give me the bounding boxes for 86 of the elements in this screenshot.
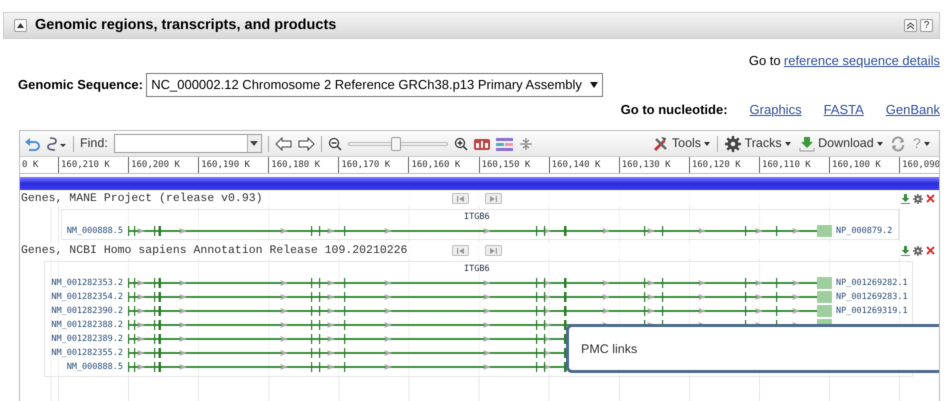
transcript-label[interactable]: NM_000888.5 [21,224,125,238]
help-button[interactable]: ? [920,19,933,32]
product-label[interactable]: NP_001269283.1 [833,290,908,304]
gene-label[interactable]: ITGB6 [62,210,898,224]
link-menu-icon[interactable] [47,136,67,151]
gene-label[interactable]: ITGB6 [45,262,912,276]
zoom-in-icon[interactable] [454,136,468,150]
collapse-rows-icon[interactable] [518,136,533,150]
ruler-label: 160,170 K [338,157,408,173]
transcript-label[interactable]: NM_001282390.2 [21,304,125,318]
transcript-label[interactable]: NM_001282353.2 [21,276,125,290]
transcript-drawing[interactable] [125,290,833,304]
caret-icon [876,142,883,146]
product-label[interactable]: NP_000879.2 [833,224,892,238]
download-icon[interactable] [900,246,910,256]
nucleotide-link[interactable]: FASTA [824,100,864,120]
tools-icon [652,136,669,152]
gear-icon[interactable] [912,246,923,256]
product-label[interactable]: NP_001269282.1 [833,276,908,290]
track-title: Genes, MANE Project (release v0.93) [20,190,264,207]
download-icon[interactable] [900,194,910,204]
track-title: Genes, NCBI Homo sapiens Annotation Release 109.20210226 [20,242,408,259]
find-field[interactable] [114,134,262,153]
ruler-label: 160,190 K [198,157,268,173]
transcript-drawing[interactable] [125,304,833,318]
next-button[interactable] [485,245,502,256]
close-icon[interactable] [926,194,935,203]
previous-icon [457,196,464,202]
gear-icon[interactable] [912,194,923,204]
tools-menu[interactable]: Tools [652,133,712,154]
previous-icon [457,248,464,254]
zoom-slider-thumb[interactable] [390,136,401,150]
next-icon [490,196,497,202]
go-to-label: Go to [748,52,781,67]
transcript-label[interactable]: NM_001282389.2 [21,332,125,346]
section-title: Genomic regions, transcripts, and products [35,16,336,35]
ruler-label: 0 K [21,159,40,172]
product-label[interactable]: NP_001269319.1 [833,304,908,318]
sequence-icon[interactable] [474,136,490,150]
ruler-label: 160,200 K [128,157,198,173]
transcript-drawing[interactable] [125,224,833,238]
ruler-label: 160,160 K [408,157,479,173]
next-button[interactable] [485,193,502,204]
next-icon [490,248,497,254]
pmc-links-item[interactable]: PMC links [581,342,638,356]
ruler-label: 160,180 K [268,157,338,173]
undo-icon[interactable] [24,136,41,151]
caret-icon [704,142,710,146]
ruler-label: 160,110 K [758,157,830,173]
collapse-icon [17,23,24,28]
caret-icon [590,82,598,88]
ruler-label: 160,210 K [58,157,128,173]
transcript-label[interactable]: NM_001282354.2 [21,290,125,304]
sequence-dropdown[interactable]: NC_000002.12 Chromosome 2 Reference GRCh38.p13 Primary Assembly [146,73,603,97]
ruler-label: 160,140 K [548,157,619,173]
close-icon[interactable] [926,246,935,255]
download-icon [798,136,815,152]
previous-button[interactable] [452,193,469,204]
tracks-menu[interactable]: Tracks [724,133,792,154]
ruler-label: 160,120 K [688,157,759,173]
nucleotide-link[interactable]: Graphics [750,100,802,120]
collapse-button[interactable] [14,19,27,32]
find-label: Find: [80,135,108,152]
previous-button[interactable] [452,245,469,256]
nucleotide-link[interactable]: GenBank [886,100,940,120]
nucleotide-label: Go to nucleotide: [620,101,728,120]
back-arrow-icon[interactable] [274,136,292,150]
ruler-label: 160,150 K [478,157,549,173]
zoom-out-icon[interactable] [328,136,342,150]
transcript-label[interactable]: NM_001282355.2 [21,346,125,360]
refresh-icon[interactable] [890,136,906,152]
transcript-drawing[interactable] [125,276,833,290]
ruler-label: 160,100 K [829,157,900,173]
transcript-label[interactable]: NM_000888.5 [21,360,125,374]
transcript-label[interactable]: NM_001282388.2 [21,318,125,332]
download-menu[interactable]: Download [798,133,884,154]
caret-icon[interactable] [250,141,258,146]
forward-arrow-icon[interactable] [298,136,315,150]
track-layout-icon[interactable] [496,136,513,150]
collapse-all-button[interactable] [904,19,917,32]
caret-icon [784,142,791,146]
caret-icon [924,142,930,146]
genomic-sequence-label: Genomic Sequence: [18,76,143,94]
gear-icon [725,136,742,152]
ruler-label: 160,130 K [618,157,689,173]
reference-details-link[interactable]: reference sequence details [784,51,940,67]
